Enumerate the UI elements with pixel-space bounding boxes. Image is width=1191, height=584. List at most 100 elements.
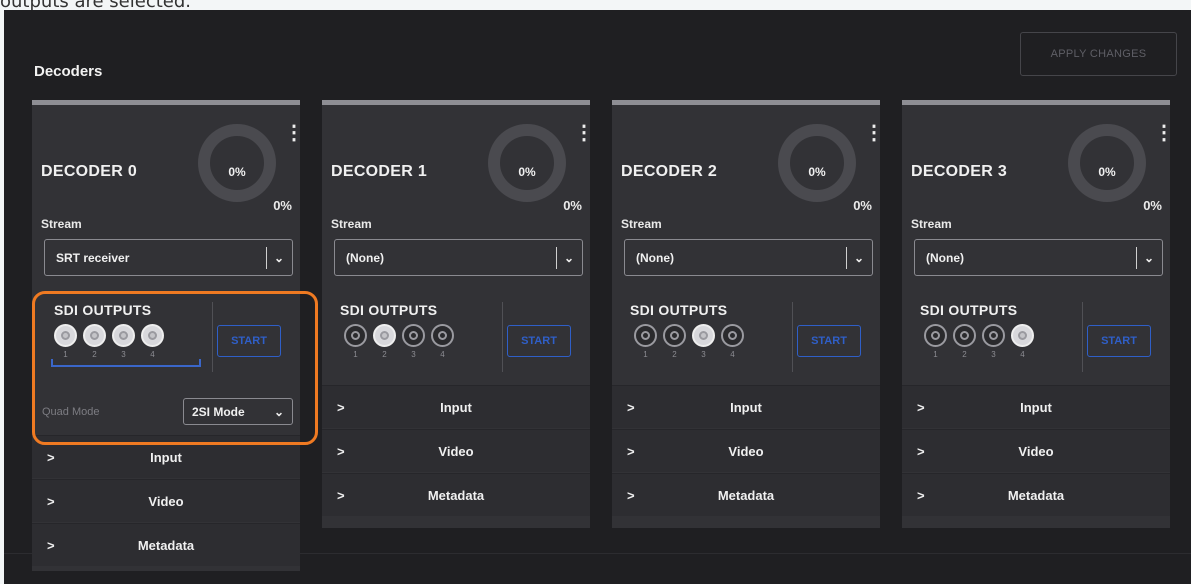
sdi-port-2-icon[interactable]	[953, 324, 976, 347]
section-input[interactable]: > Input	[902, 385, 1170, 428]
section-video[interactable]: > Video	[902, 429, 1170, 472]
start-button[interactable]: START	[507, 325, 571, 357]
section-label: Input	[150, 449, 182, 465]
sdi-port-number: 3	[701, 350, 706, 359]
sdi-port-number: 1	[353, 350, 358, 359]
section-input[interactable]: > Input	[32, 435, 300, 478]
section-metadata[interactable]: > Metadata	[902, 473, 1170, 516]
sdi-port-number: 1	[63, 350, 68, 359]
sdi-port-1-icon[interactable]	[634, 324, 657, 347]
sdi-port-3-icon[interactable]	[692, 324, 715, 347]
sdi-port-1-icon[interactable]	[54, 324, 77, 347]
sdi-port-3-icon[interactable]	[982, 324, 1005, 347]
section-metadata[interactable]: > Metadata	[32, 523, 300, 566]
chevron-right-icon: >	[47, 537, 55, 553]
section-input[interactable]: > Input	[612, 385, 880, 428]
apply-changes-button[interactable]: APPLY CHANGES	[1020, 32, 1177, 76]
chevron-down-icon: ⌄	[854, 250, 865, 265]
chevron-right-icon: >	[917, 399, 925, 415]
stream-select[interactable]: SRT receiver ⌄	[44, 239, 293, 276]
ring-value: 0%	[808, 165, 826, 179]
sdi-port-number: 3	[991, 350, 996, 359]
sdi-port-number: 3	[121, 350, 126, 359]
section-label: Metadata	[137, 537, 195, 553]
section-input[interactable]: > Input	[322, 385, 590, 428]
usage-value: 0%	[273, 198, 292, 213]
section-label: Metadata	[1007, 487, 1065, 503]
section-label: Video	[728, 443, 764, 459]
decoder-card-3: ⋮ 0% DECODER 3 0% Stream (None) ⌄ SDI OUTPUT…	[902, 100, 1174, 528]
chevron-down-icon: ⌄	[564, 250, 575, 265]
sdi-port-1-icon[interactable]	[924, 324, 947, 347]
section-metadata[interactable]: > Metadata	[612, 473, 880, 516]
divider	[792, 302, 793, 372]
section-video[interactable]: > Video	[32, 479, 300, 522]
kebab-menu-icon[interactable]: ⋮	[1154, 123, 1174, 143]
select-separator	[556, 246, 557, 269]
chevron-right-icon: >	[627, 399, 635, 415]
sdi-outputs-title: SDI OUTPUTS	[920, 302, 1018, 318]
chevron-down-icon: ⌄	[274, 250, 285, 265]
sdi-port-number: 2	[962, 350, 967, 359]
sdi-port-4-icon[interactable]	[141, 324, 164, 347]
sdi-port-1-icon[interactable]	[344, 324, 367, 347]
start-button[interactable]: START	[1087, 325, 1151, 357]
sdi-port-2-icon[interactable]	[83, 324, 106, 347]
kebab-menu-icon[interactable]: ⋮	[284, 123, 304, 143]
chevron-down-icon: ⌄	[1144, 250, 1155, 265]
divider	[502, 302, 503, 372]
select-separator	[846, 246, 847, 269]
usage-value: 0%	[1143, 198, 1162, 213]
stream-select[interactable]: (None) ⌄	[334, 239, 583, 276]
stream-select[interactable]: (None) ⌄	[914, 239, 1163, 276]
section-label: Input	[1020, 399, 1052, 415]
section-video[interactable]: > Video	[322, 429, 590, 472]
section-video[interactable]: > Video	[612, 429, 880, 472]
stream-select-value: (None)	[926, 250, 964, 265]
sdi-port-4-icon[interactable]	[431, 324, 454, 347]
decoder-title: DECODER 0	[41, 163, 138, 180]
section-label: Metadata	[717, 487, 775, 503]
stream-select-value: (None)	[346, 250, 384, 265]
chevron-right-icon: >	[337, 399, 345, 415]
sdi-port-3-icon[interactable]	[402, 324, 425, 347]
quad-mode-select[interactable]: 2SI Mode ⌄	[183, 398, 293, 425]
usage-ring	[778, 124, 856, 202]
sdi-outputs-title: SDI OUTPUTS	[630, 302, 728, 318]
kebab-menu-icon[interactable]: ⋮	[574, 123, 594, 143]
section-label: Metadata	[427, 487, 485, 503]
usage-ring	[488, 124, 566, 202]
sdi-port-number: 2	[382, 350, 387, 359]
quad-mode-value: 2SI Mode	[192, 404, 245, 419]
chevron-right-icon: >	[47, 449, 55, 465]
divider	[212, 302, 213, 372]
decoder-card-1: ⋮ 0% DECODER 1 0% Stream (None) ⌄ SDI OUTPUT…	[322, 100, 594, 528]
start-button[interactable]: START	[797, 325, 861, 357]
sdi-port-number: 4	[150, 350, 155, 359]
chevron-right-icon: >	[337, 487, 345, 503]
ring-value: 0%	[1098, 165, 1116, 179]
sdi-port-number: 4	[1020, 350, 1025, 359]
decoder-title: DECODER 3	[911, 163, 1008, 180]
kebab-menu-icon[interactable]: ⋮	[864, 123, 884, 143]
sdi-port-number: 1	[643, 350, 648, 359]
chevron-right-icon: >	[917, 487, 925, 503]
sdi-port-2-icon[interactable]	[373, 324, 396, 347]
section-label: Video	[438, 443, 474, 459]
stream-select[interactable]: (None) ⌄	[624, 239, 873, 276]
chevron-right-icon: >	[627, 443, 635, 459]
sdi-port-3-icon[interactable]	[112, 324, 135, 347]
chevron-right-icon: >	[917, 443, 925, 459]
sdi-port-4-icon[interactable]	[721, 324, 744, 347]
select-separator	[266, 246, 267, 269]
page-title: Decoders	[34, 63, 103, 80]
divider	[1082, 302, 1083, 372]
start-button[interactable]: START	[217, 325, 281, 357]
sdi-port-4-icon[interactable]	[1011, 324, 1034, 347]
decoder-title: DECODER 1	[331, 163, 428, 180]
stream-label: Stream	[911, 217, 952, 231]
sdi-port-2-icon[interactable]	[663, 324, 686, 347]
section-metadata[interactable]: > Metadata	[322, 473, 590, 516]
section-label: Video	[148, 493, 184, 509]
quad-bracket	[51, 359, 201, 367]
